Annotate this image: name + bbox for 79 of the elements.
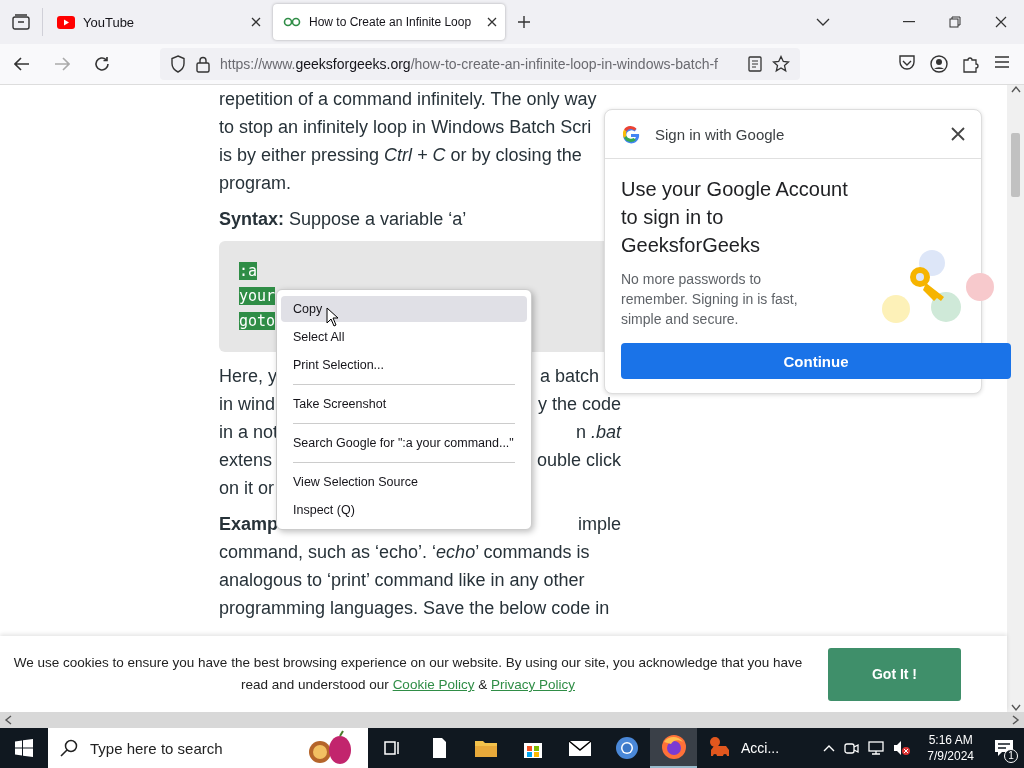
article-text: on it or xyxy=(219,477,275,500)
close-tab-icon[interactable] xyxy=(251,17,261,27)
browser-tab[interactable]: How to Create an Infinite Loop xyxy=(273,4,505,40)
chevron-up-icon[interactable] xyxy=(823,744,836,752)
minimize-icon[interactable] xyxy=(903,21,915,23)
shield-icon[interactable] xyxy=(170,55,186,73)
taskbar-app[interactable]: Acci... xyxy=(697,728,790,768)
privacy-policy-link[interactable]: Privacy Policy xyxy=(490,677,575,692)
article-text: command, such as ‘echo’. ‘echo’ commands is xyxy=(219,541,591,564)
mail-icon[interactable] xyxy=(567,739,592,757)
article-text: a batch xyxy=(539,365,599,388)
account-icon[interactable] xyxy=(930,55,948,73)
article-text: to stop an infinitely loop in Windows Batch Scri xyxy=(219,116,593,139)
scroll-left-icon[interactable] xyxy=(4,715,12,725)
windows-logo-icon[interactable] xyxy=(15,739,33,757)
article-text: y the code xyxy=(537,393,621,416)
puzzle-icon[interactable] xyxy=(962,55,980,73)
menu-item[interactable]: View Selection Source xyxy=(281,469,527,495)
search-icon xyxy=(60,739,78,757)
new-tab-icon[interactable] xyxy=(517,15,531,29)
menu-item[interactable]: Copy xyxy=(281,296,527,322)
mouse-cursor-icon xyxy=(326,307,339,327)
network-icon[interactable] xyxy=(867,740,886,756)
menu-item[interactable]: Take Screenshot xyxy=(281,391,527,417)
reader-view-icon[interactable] xyxy=(748,56,762,72)
popup-title: Sign in with Google xyxy=(655,125,785,143)
article-text: program. xyxy=(219,172,293,195)
pocket-icon[interactable] xyxy=(898,55,916,71)
clock-date[interactable]: 7/9/2024 xyxy=(927,748,974,764)
article-text: analogous to ‘print’ command like in any other xyxy=(219,569,586,592)
article-text: Syntax: Suppose a variable ‘a’ xyxy=(219,208,468,231)
muted-speaker-icon[interactable] xyxy=(893,740,912,756)
article-text: n .bat xyxy=(575,421,621,444)
folder-icon[interactable] xyxy=(473,738,498,758)
tab-list-icon[interactable] xyxy=(12,14,30,30)
menu-icon[interactable] xyxy=(994,55,1010,69)
restore-icon[interactable] xyxy=(949,16,961,28)
lock-icon[interactable] xyxy=(196,55,210,73)
meet-icon[interactable] xyxy=(843,740,860,756)
clock-time[interactable]: 5:16 AM xyxy=(927,732,974,748)
accept-cookies-button[interactable]: Got It ! xyxy=(828,647,961,701)
browser-tab[interactable]: YouTube xyxy=(45,4,271,40)
article-text: imple xyxy=(578,513,621,536)
article-text: in a not xyxy=(219,421,279,444)
menu-item[interactable]: Search Google for ":a your command..." xyxy=(281,430,527,456)
article-text: in wind xyxy=(219,393,276,416)
article-text: repetition of a command infinitely. The only way xyxy=(219,88,598,111)
article-text: extens xyxy=(219,449,273,472)
star-icon[interactable] xyxy=(772,55,790,73)
menu-item[interactable]: Inspect (Q) xyxy=(281,497,527,523)
chevron-down-icon[interactable] xyxy=(816,18,830,26)
article-text: Examp xyxy=(219,513,279,536)
scroll-down-icon[interactable] xyxy=(1010,704,1021,712)
close-icon[interactable] xyxy=(995,16,1007,28)
task-view-icon[interactable] xyxy=(381,738,402,758)
article-text: programming languages. Save the below code in xyxy=(219,597,611,620)
article-text: Here, y xyxy=(219,365,278,388)
menu-item[interactable]: Select All xyxy=(281,324,527,350)
back-icon[interactable] xyxy=(14,57,30,71)
cookie-notice: We use cookies to ensure you have the best browsing experience on our website. By using our site, you acknowledge that you have read and understood our Cookie Policy & Privacy Policy xyxy=(12,654,804,694)
scroll-right-icon[interactable] xyxy=(1012,715,1020,725)
close-icon[interactable] xyxy=(951,127,965,141)
article-text: ouble click xyxy=(536,449,621,472)
taskbar-search-field[interactable]: Type here to search xyxy=(48,728,368,768)
address-bar[interactable]: https://www.geeksforgeeks.org/how-to-create-an-infinite-loop-in-windows-batch-f xyxy=(160,48,800,80)
firefox-icon[interactable] xyxy=(660,734,687,760)
notification-count: 1 xyxy=(1004,749,1018,763)
browser-icon[interactable] xyxy=(614,736,639,760)
continue-button[interactable]: Continue xyxy=(621,343,1011,379)
scroll-up-icon[interactable] xyxy=(1010,85,1021,93)
cookie-policy-link[interactable]: Cookie Policy xyxy=(392,677,475,692)
reload-icon[interactable] xyxy=(94,56,110,72)
close-tab-icon[interactable] xyxy=(487,17,497,27)
double-g-logo-icon xyxy=(283,17,301,27)
article-text: is by either pressing Ctrl + C or by closing the xyxy=(219,144,583,167)
play-logo-icon xyxy=(57,15,75,29)
menu-item[interactable]: Print Selection... xyxy=(281,352,527,378)
scrollbar-thumb[interactable] xyxy=(1011,133,1020,197)
google-g-icon xyxy=(621,124,641,144)
